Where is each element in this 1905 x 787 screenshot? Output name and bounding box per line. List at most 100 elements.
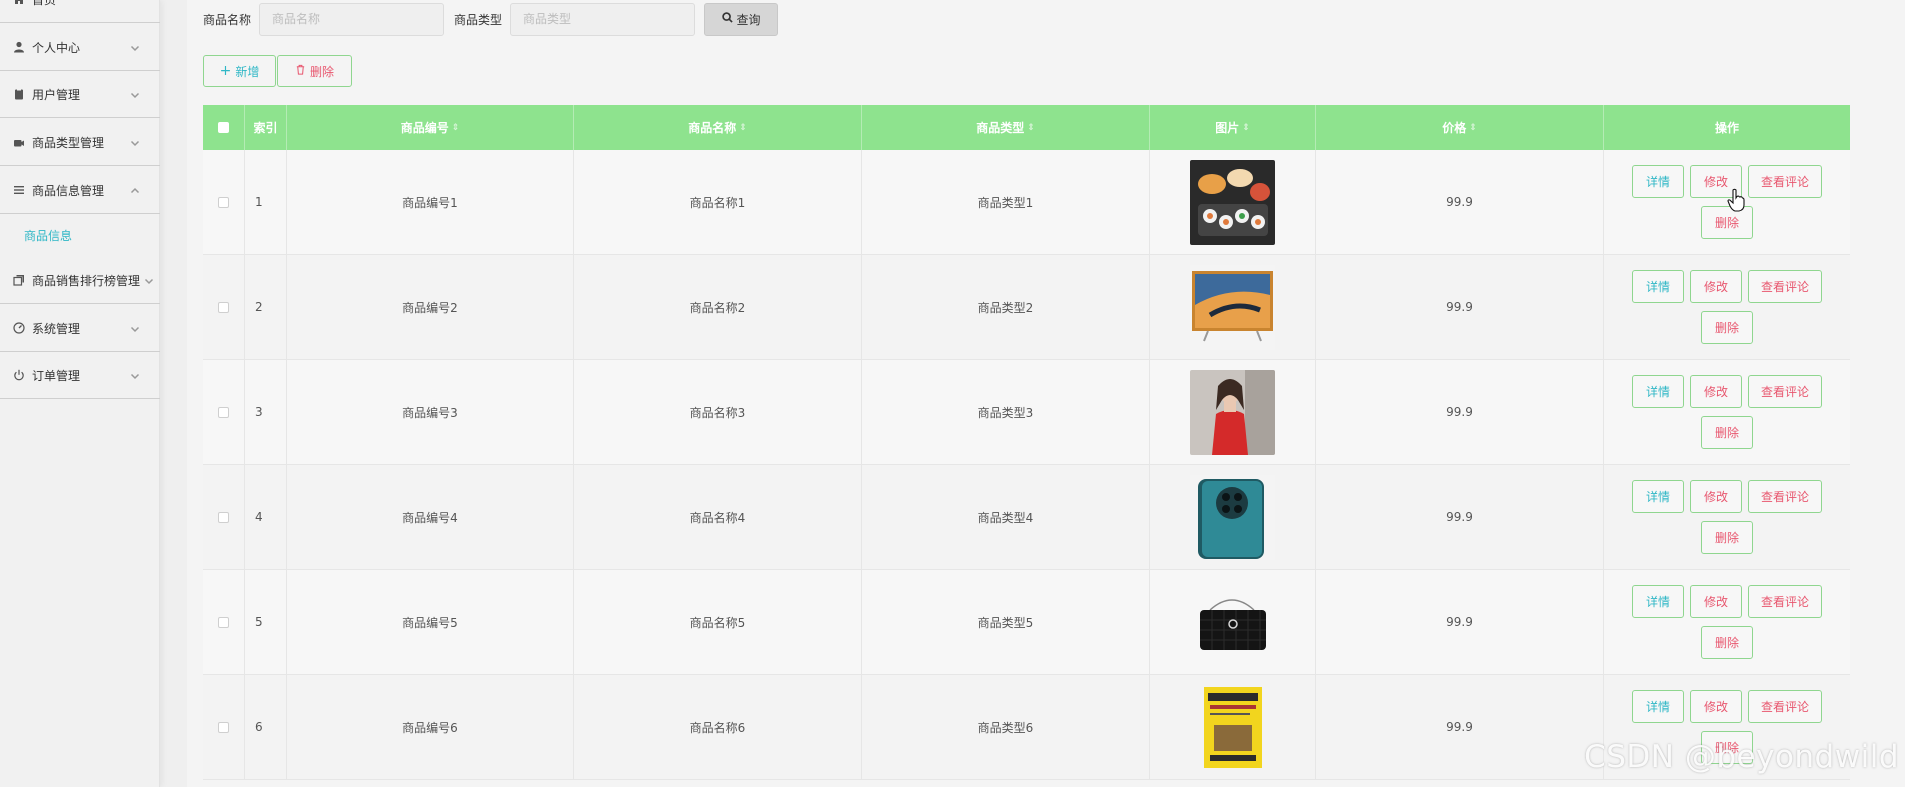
product-image-sushi[interactable] [1190, 159, 1275, 245]
product-name-input[interactable] [259, 2, 445, 36]
detail-button[interactable]: 详情 [1632, 480, 1684, 513]
sidebar-item-product-types[interactable]: 商品类型管理 [0, 119, 160, 166]
row-checkbox[interactable] [218, 616, 229, 628]
header-name-label: 商品名称 [688, 121, 737, 135]
menu-icon [12, 183, 26, 197]
power-icon [12, 368, 26, 382]
row-checkbox[interactable] [218, 196, 229, 208]
chevron-down-icon [130, 89, 140, 99]
sidebar-item-label: 商品信息管理 [32, 183, 105, 198]
view-comments-button[interactable]: 查看评论 [1748, 585, 1822, 618]
row-price: 99.9 [1316, 675, 1604, 779]
view-comments-button[interactable]: 查看评论 [1748, 270, 1822, 303]
sidebar-item-product-info[interactable]: 商品信息管理 [0, 167, 160, 214]
sidebar-item-label: 首页 [32, 0, 56, 8]
row-type: 商品类型2 [862, 255, 1150, 359]
detail-button[interactable]: 详情 [1632, 165, 1684, 198]
edit-button[interactable]: 修改 [1690, 480, 1742, 513]
row-select-cell [203, 570, 245, 674]
hand-cursor-icon [1727, 188, 1745, 212]
chevron-down-icon [130, 370, 140, 380]
sidebar-subitem-product-info[interactable]: 商品信息 [0, 215, 160, 255]
clipboard-icon [12, 87, 26, 101]
row-name: 商品名称1 [574, 150, 862, 254]
row-price: 99.9 [1316, 465, 1604, 569]
detail-button[interactable]: 详情 [1632, 375, 1684, 408]
sidebar-item-profile[interactable]: 个人中心 [0, 24, 160, 71]
plus-icon: + [219, 63, 232, 79]
batch-delete-button[interactable]: 删除 [277, 55, 352, 87]
row-type: 商品类型3 [862, 360, 1150, 464]
detail-button[interactable]: 详情 [1632, 690, 1684, 723]
header-code[interactable]: 商品编号 ⇕ [287, 105, 574, 150]
row-checkbox[interactable] [218, 301, 229, 313]
delete-button[interactable]: 删除 [1701, 626, 1753, 659]
header-ops-label: 操作 [1714, 121, 1739, 135]
row-select-cell [203, 150, 245, 254]
row-price: 99.9 [1316, 150, 1604, 254]
product-table: 索引 商品编号 ⇕ 商品名称 ⇕ 商品类型 ⇕ 图片 ⇕ 价格 ⇕ 操作 1 商品编号1 … [203, 105, 1850, 780]
edit-button[interactable]: 修改 [1690, 270, 1742, 303]
view-comments-button[interactable]: 查看评论 [1748, 375, 1822, 408]
row-type: 商品类型6 [862, 675, 1150, 779]
header-index: 索引 [245, 105, 287, 150]
row-index: 6 [245, 675, 287, 779]
chevron-down-icon [130, 42, 140, 52]
sidebar-item-orders[interactable]: 订单管理 [0, 352, 160, 399]
add-button[interactable]: + 新增 [203, 55, 276, 87]
sidebar-item-label: 个人中心 [32, 40, 81, 55]
product-image-television[interactable] [1190, 264, 1275, 350]
view-comments-button[interactable]: 查看评论 [1748, 480, 1822, 513]
row-code: 商品编号6 [287, 675, 574, 779]
detail-button[interactable]: 详情 [1632, 270, 1684, 303]
view-comments-button[interactable]: 查看评论 [1748, 165, 1822, 198]
row-select-cell [203, 465, 245, 569]
search-bar: 商品名称 商品类型 查询 [203, 2, 779, 36]
row-price: 99.9 [1316, 570, 1604, 674]
copy-icon [12, 273, 26, 287]
row-checkbox[interactable] [218, 511, 229, 523]
detail-button[interactable]: 详情 [1632, 585, 1684, 618]
sidebar-item-home[interactable]: 首页 [0, 0, 160, 23]
header-image[interactable]: 图片 ⇕ [1150, 105, 1316, 150]
edit-button[interactable]: 修改 [1690, 690, 1742, 723]
query-button[interactable]: 查询 [704, 2, 779, 36]
product-type-label: 商品类型 [454, 12, 503, 27]
row-code: 商品编号1 [287, 150, 574, 254]
table-row: 4 商品编号4 商品名称4 商品类型4 99.9 详情 修改 查看评论 删除 [203, 465, 1850, 570]
product-name-label: 商品名称 [203, 12, 252, 27]
search-icon [721, 12, 733, 26]
sort-icon: ⇕ [451, 122, 460, 133]
header-code-label: 商品编号 [400, 121, 449, 135]
row-type: 商品类型1 [862, 150, 1150, 254]
product-image-smartphone[interactable] [1190, 474, 1275, 560]
select-all-checkbox[interactable] [218, 122, 229, 133]
header-ops: 操作 [1604, 105, 1850, 150]
row-select-cell [203, 675, 245, 779]
view-comments-button[interactable]: 查看评论 [1748, 690, 1822, 723]
product-image-red-dress[interactable] [1190, 369, 1275, 455]
header-price[interactable]: 价格 ⇕ [1316, 105, 1604, 150]
header-name[interactable]: 商品名称 ⇕ [574, 105, 862, 150]
sidebar-item-sales-ranking[interactable]: 商品销售排行榜管理 [0, 257, 160, 304]
product-image-handbag[interactable] [1190, 579, 1275, 665]
table-row: 1 商品编号1 商品名称1 商品类型1 99.9 详情 修改 查看评论 删除 [203, 150, 1850, 255]
trash-icon [295, 64, 306, 78]
sidebar-item-label: 商品类型管理 [32, 135, 105, 150]
delete-button[interactable]: 删除 [1701, 416, 1753, 449]
add-button-label: 新增 [235, 64, 260, 79]
product-type-input[interactable] [510, 2, 696, 36]
sidebar-item-system[interactable]: 系统管理 [0, 305, 160, 352]
table-row: 2 商品编号2 商品名称2 商品类型2 99.9 详情 修改 查看评论 删除 [203, 255, 1850, 360]
edit-button[interactable]: 修改 [1690, 375, 1742, 408]
row-checkbox[interactable] [218, 406, 229, 418]
product-image-book[interactable] [1190, 684, 1275, 770]
delete-button[interactable]: 删除 [1701, 311, 1753, 344]
header-index-label: 索引 [253, 121, 278, 135]
sidebar-item-users[interactable]: 用户管理 [0, 71, 160, 118]
row-price: 99.9 [1316, 255, 1604, 359]
delete-button[interactable]: 删除 [1701, 521, 1753, 554]
edit-button[interactable]: 修改 [1690, 585, 1742, 618]
row-checkbox[interactable] [218, 721, 229, 733]
header-type[interactable]: 商品类型 ⇕ [862, 105, 1150, 150]
